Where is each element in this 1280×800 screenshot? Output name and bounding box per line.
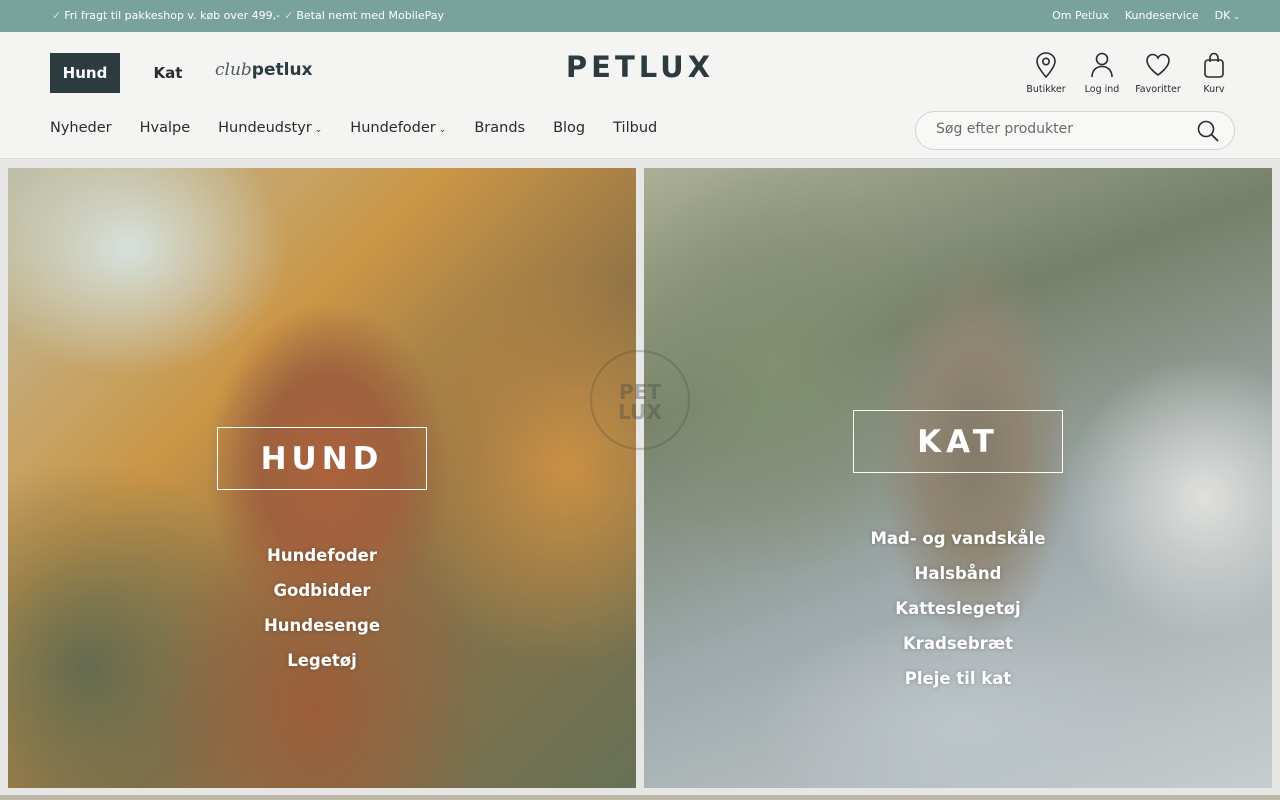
segment-hund-button[interactable]: Hund <box>50 53 120 93</box>
dog-category-links: Hundefoder Godbidder Hundesenge Legetøj <box>8 538 636 678</box>
main-nav: Nyheder Hvalpe Hundeudstyr ⌄ Hundefoder ⌄ … <box>50 120 657 136</box>
nav-item-hundefoder[interactable]: Hundefoder ⌄ <box>350 120 446 136</box>
cart-button[interactable]: Kurv <box>1194 50 1234 95</box>
club-logo-bold: petlux <box>251 60 313 80</box>
cat-link-pleje-til-kat[interactable]: Pleje til kat <box>905 661 1011 696</box>
club-logo-script: club <box>215 60 252 80</box>
promo-messages: ✓ Fri fragt til pakkeshop v. køb over 499… <box>52 9 444 22</box>
club-petlux-logo[interactable]: clubpetlux <box>215 60 315 88</box>
check-icon: ✓ <box>52 9 62 22</box>
cat-link-katteslegetoj[interactable]: Katteslegetøj <box>895 591 1020 626</box>
login-button[interactable]: Log ind <box>1082 50 1122 95</box>
kundeservice-link[interactable]: Kundeservice <box>1125 9 1199 22</box>
location-pin-icon <box>1036 52 1056 79</box>
cat-category-panel[interactable]: KAT Mad- og vandskåle Halsbånd Kattesleg… <box>644 168 1272 788</box>
check-icon: ✓ <box>284 9 294 22</box>
dog-link-godbidder[interactable]: Godbidder <box>273 573 370 608</box>
stores-button[interactable]: Butikker <box>1026 50 1066 95</box>
nav-item-blog[interactable]: Blog <box>553 120 585 136</box>
om-petlux-link[interactable]: Om Petlux <box>1052 9 1109 22</box>
top-bar: ✓ Fri fragt til pakkeshop v. køb over 499… <box>0 0 1280 32</box>
promo-item: ✓ Fri fragt til pakkeshop v. køb over 499… <box>52 9 281 22</box>
user-icon <box>1091 52 1113 78</box>
chevron-down-icon: ⌄ <box>1233 12 1240 21</box>
site-header: Hund Kat clubpetlux PETLUX Butikker Log … <box>0 32 1280 159</box>
cat-link-mad-og-vandskale[interactable]: Mad- og vandskåle <box>870 521 1045 556</box>
next-section-edge <box>0 795 1280 800</box>
watermark-line1: PET <box>619 380 661 404</box>
stores-label: Butikker <box>1026 84 1066 95</box>
cat-panel-title[interactable]: KAT <box>853 410 1063 473</box>
dog-link-hundefoder[interactable]: Hundefoder <box>267 538 377 573</box>
dog-link-hundesenge[interactable]: Hundesenge <box>264 608 380 643</box>
chevron-down-icon: ⌄ <box>314 125 323 135</box>
segment-kat-button[interactable]: Kat <box>136 53 200 93</box>
nav-item-brands[interactable]: Brands <box>474 120 525 136</box>
heart-icon <box>1146 53 1170 76</box>
cat-link-kradsebraet[interactable]: Kradsebræt <box>903 626 1013 661</box>
promo-item: ✓ Betal nemt med MobilePay <box>284 9 444 22</box>
nav-item-nyheder[interactable]: Nyheder <box>50 120 112 136</box>
dog-panel-title[interactable]: HUND <box>217 427 427 490</box>
chevron-down-icon: ⌄ <box>438 125 447 135</box>
watermark-line2: LUX <box>618 400 662 424</box>
login-label: Log ind <box>1084 84 1120 95</box>
search-box <box>915 111 1235 150</box>
favorites-button[interactable]: Favoritter <box>1135 50 1181 95</box>
search-input[interactable] <box>936 121 1186 137</box>
header-icons: Butikker Log ind Favoritter Kurv <box>1026 50 1234 95</box>
petlux-watermark: PET LUX <box>590 350 690 450</box>
search-icon[interactable] <box>1196 119 1220 143</box>
dog-category-panel[interactable]: HUND Hundefoder Godbidder Hundesenge Leg… <box>8 168 636 788</box>
nav-item-tilbud[interactable]: Tilbud <box>613 120 657 136</box>
dog-link-legetoj[interactable]: Legetøj <box>287 643 357 678</box>
cat-category-links: Mad- og vandskåle Halsbånd Katteslegetøj… <box>644 521 1272 696</box>
site-logo[interactable]: PETLUX <box>560 50 720 84</box>
cat-link-halsband[interactable]: Halsbånd <box>915 556 1002 591</box>
favorites-label: Favoritter <box>1135 84 1181 95</box>
cart-label: Kurv <box>1203 84 1225 95</box>
nav-item-hundeudstyr[interactable]: Hundeudstyr ⌄ <box>218 120 322 136</box>
shopping-bag-icon <box>1204 52 1224 78</box>
nav-item-hvalpe[interactable]: Hvalpe <box>140 120 191 136</box>
language-selector[interactable]: DK ⌄ <box>1215 9 1240 22</box>
